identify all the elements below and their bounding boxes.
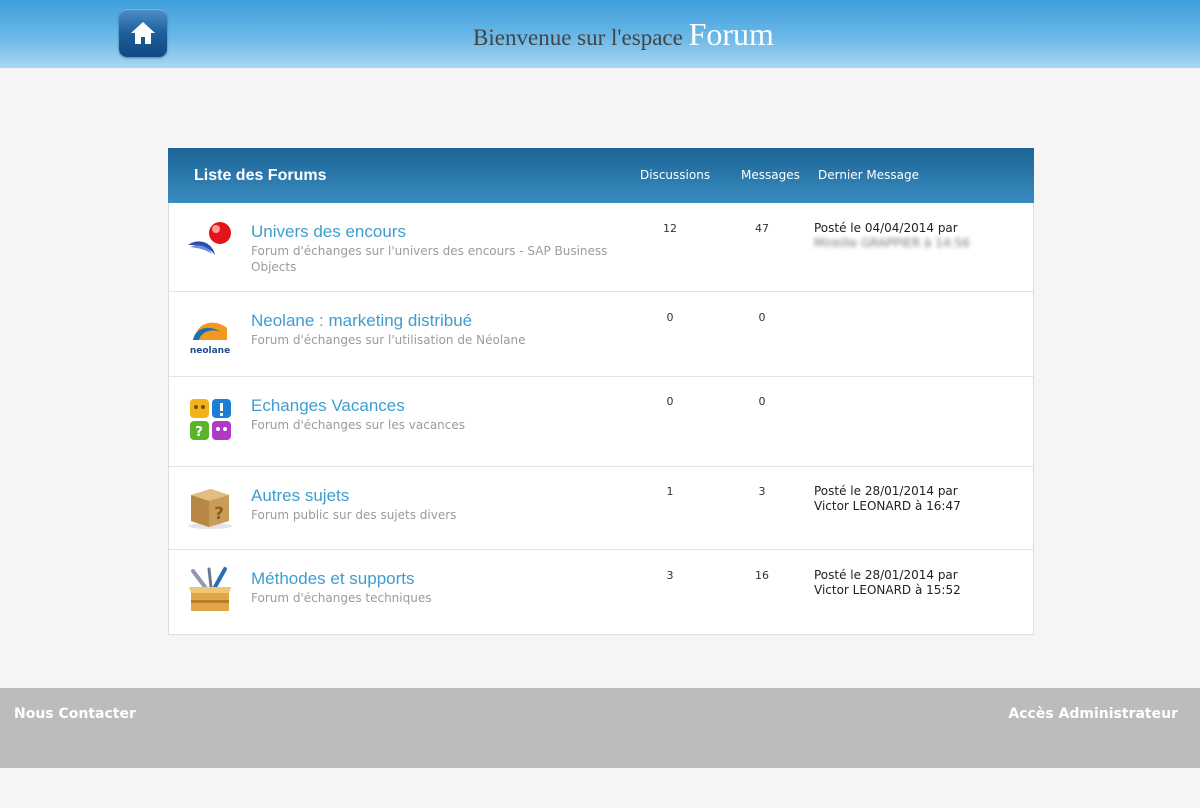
welcome-highlight: Forum: [688, 16, 774, 52]
column-header-discussions: Discussions: [640, 168, 711, 182]
forum-description: Forum public sur des sujets divers: [251, 508, 457, 522]
neolane-logo-icon: neolane: [190, 322, 230, 356]
last-message-date: Posté le 04/04/2014 par: [814, 221, 958, 235]
last-message-date: Posté le 28/01/2014 par: [814, 568, 958, 582]
admin-access-link[interactable]: Accès Administrateur: [1008, 706, 1178, 722]
top-bar: Bienvenue sur l'espace Forum: [0, 0, 1200, 68]
last-message-info: Posté le 28/01/2014 par Victor LEONARD à…: [814, 568, 961, 598]
colored-blocks-icon: ?: [190, 399, 231, 440]
welcome-prefix: Bienvenue sur l'espace: [473, 25, 683, 50]
forum-description: Forum d'échanges sur l'utilisation de Né…: [251, 333, 526, 347]
discussions-count: 0: [666, 311, 674, 324]
forum-title-link[interactable]: Méthodes et supports: [251, 569, 414, 589]
question-box-icon: ?: [188, 489, 232, 529]
last-message-info: Posté le 28/01/2014 par Victor LEONARD à…: [814, 484, 961, 514]
forum-list-header: Liste des Forums Discussions Messages De…: [168, 148, 1034, 203]
last-message-author: Mireille GRAPPIER à 14:56: [814, 236, 970, 250]
forum-row: neolane Neolane : marketing distribué Fo…: [169, 292, 1033, 377]
footer: Nous Contacter Accès Administrateur: [0, 688, 1200, 768]
contact-link[interactable]: Nous Contacter: [14, 706, 136, 722]
column-header-messages: Messages: [741, 168, 800, 182]
messages-count: 47: [755, 222, 769, 235]
forum-title-link[interactable]: Neolane : marketing distribué: [251, 311, 472, 331]
neolane-logo-text: neolane: [190, 346, 230, 356]
forum-description: Forum d'échanges sur l'univers des encou…: [251, 244, 608, 274]
svg-text:?: ?: [214, 504, 224, 524]
forum-description: Forum d'échanges sur les vacances: [251, 418, 466, 432]
last-message-author: Victor LEONARD à 15:52: [814, 583, 961, 597]
panel-title: Liste des Forums: [194, 167, 327, 184]
sap-pin-logo-icon: [188, 222, 231, 255]
forum-row: ? Autres sujets Forum public sur des suj…: [169, 467, 1033, 550]
forum-title-link[interactable]: Univers des encours: [251, 222, 406, 242]
discussions-count: 12: [663, 222, 677, 235]
welcome-title: Bienvenue sur l'espace Forum: [0, 16, 1200, 53]
svg-text:?: ?: [195, 425, 203, 440]
forum-row: Univers des encours Forum d'échanges sur…: [169, 203, 1033, 292]
toolbox-icon: [189, 567, 231, 611]
forum-description: Forum d'échanges techniques: [251, 591, 432, 605]
messages-count: 3: [758, 485, 766, 498]
forum-list-panel: Liste des Forums Discussions Messages De…: [168, 148, 1034, 635]
messages-count: 0: [758, 311, 766, 324]
last-message-author: Victor LEONARD à 16:47: [814, 499, 961, 513]
forum-row: Méthodes et supports Forum d'échanges te…: [169, 550, 1033, 635]
forum-row: ? Echanges Vacances Forum d'échanges sur…: [169, 377, 1033, 467]
last-message-info: Posté le 04/04/2014 par Mireille GRAPPIE…: [814, 221, 970, 251]
messages-count: 0: [758, 395, 766, 408]
messages-count: 16: [755, 569, 769, 582]
forum-title-link[interactable]: Autres sujets: [251, 486, 349, 506]
forum-title-link[interactable]: Echanges Vacances: [251, 396, 405, 416]
column-header-last-message: Dernier Message: [818, 168, 920, 182]
last-message-date: Posté le 28/01/2014 par: [814, 484, 958, 498]
discussions-count: 3: [666, 569, 674, 582]
discussions-count: 1: [666, 485, 674, 498]
discussions-count: 0: [666, 395, 674, 408]
